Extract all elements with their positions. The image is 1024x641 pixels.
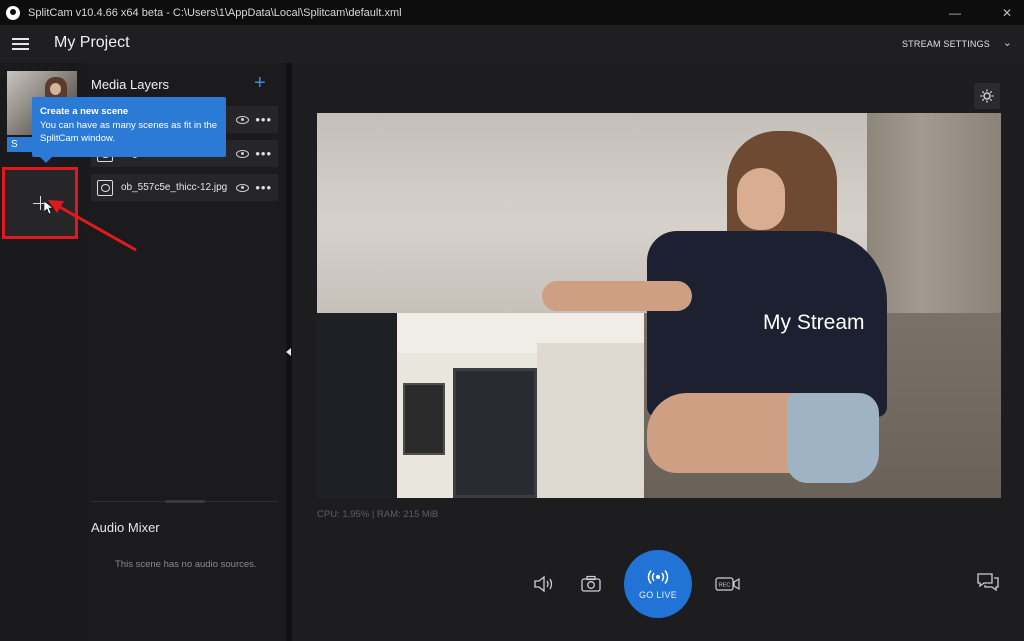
eye-icon[interactable] xyxy=(236,115,250,124)
cursor-icon xyxy=(44,201,54,215)
audio-mixer-title: Audio Mixer xyxy=(91,520,160,535)
stream-preview[interactable]: My Stream xyxy=(317,113,1001,498)
media-layers-title: Media Layers xyxy=(91,77,170,92)
add-layer-button[interactable]: + xyxy=(254,72,266,95)
snapshot-button[interactable] xyxy=(579,572,603,596)
stream-settings-button[interactable]: STREAM SETTINGS xyxy=(902,39,990,49)
tooltip-title: Create a new scene xyxy=(40,106,129,117)
svg-text:REC: REC xyxy=(719,583,731,589)
window-title: SplitCam v10.4.66 x64 beta - C:\Users\1\… xyxy=(28,6,402,19)
more-icon[interactable]: ••• xyxy=(255,181,272,194)
more-icon[interactable]: ••• xyxy=(255,147,272,160)
image-icon xyxy=(97,179,113,196)
go-live-button[interactable]: GO LIVE xyxy=(624,550,692,618)
tooltip-body: You can have as many scenes as fit in th… xyxy=(40,120,218,144)
record-icon: REC xyxy=(715,577,740,591)
menu-icon[interactable] xyxy=(12,38,29,50)
chevron-down-icon[interactable]: ⌄ xyxy=(1003,36,1012,49)
minimize-button[interactable]: — xyxy=(938,0,972,25)
layer-name: ob_557c5e_thicc-12.jpg xyxy=(121,182,228,193)
webcam-feed[interactable] xyxy=(317,313,644,498)
layer-item[interactable]: ob_557c5e_thicc-12.jpg ••• xyxy=(91,174,278,201)
eye-icon[interactable] xyxy=(236,183,250,192)
more-icon[interactable]: ••• xyxy=(255,113,272,126)
speaker-icon xyxy=(534,575,553,593)
collapse-arrow-icon[interactable] xyxy=(286,348,291,356)
eye-icon[interactable] xyxy=(236,149,250,158)
main-preview-area: My Stream CPU: 1,95% | RAM: 215 MiB GO L… xyxy=(292,63,1024,641)
close-button[interactable]: ✕ xyxy=(990,0,1024,25)
go-live-label: GO LIVE xyxy=(638,589,678,600)
audio-empty-message: This scene has no audio sources. xyxy=(115,559,257,570)
chat-button[interactable] xyxy=(977,572,999,592)
app-header: My Project STREAM SETTINGS ⌄ xyxy=(0,25,1024,63)
sun-icon xyxy=(980,89,994,103)
project-title[interactable]: My Project xyxy=(54,34,130,52)
new-scene-tooltip: Create a new scene You can have as many … xyxy=(32,97,226,163)
broadcast-icon xyxy=(647,569,669,584)
window-titlebar: SplitCam v10.4.66 x64 beta - C:\Users\1\… xyxy=(0,0,1024,25)
stream-title-overlay[interactable]: My Stream xyxy=(763,311,865,335)
panel-resize-handle[interactable] xyxy=(91,500,278,503)
brightness-button[interactable] xyxy=(974,83,1000,109)
chat-icon xyxy=(977,573,999,592)
record-button[interactable]: REC xyxy=(715,572,741,596)
splitcam-logo-icon xyxy=(6,5,20,20)
add-scene-button[interactable] xyxy=(2,167,78,239)
audio-button[interactable] xyxy=(532,572,556,596)
camera-icon xyxy=(581,575,601,592)
resource-status: CPU: 1,95% | RAM: 215 MiB xyxy=(317,509,439,520)
